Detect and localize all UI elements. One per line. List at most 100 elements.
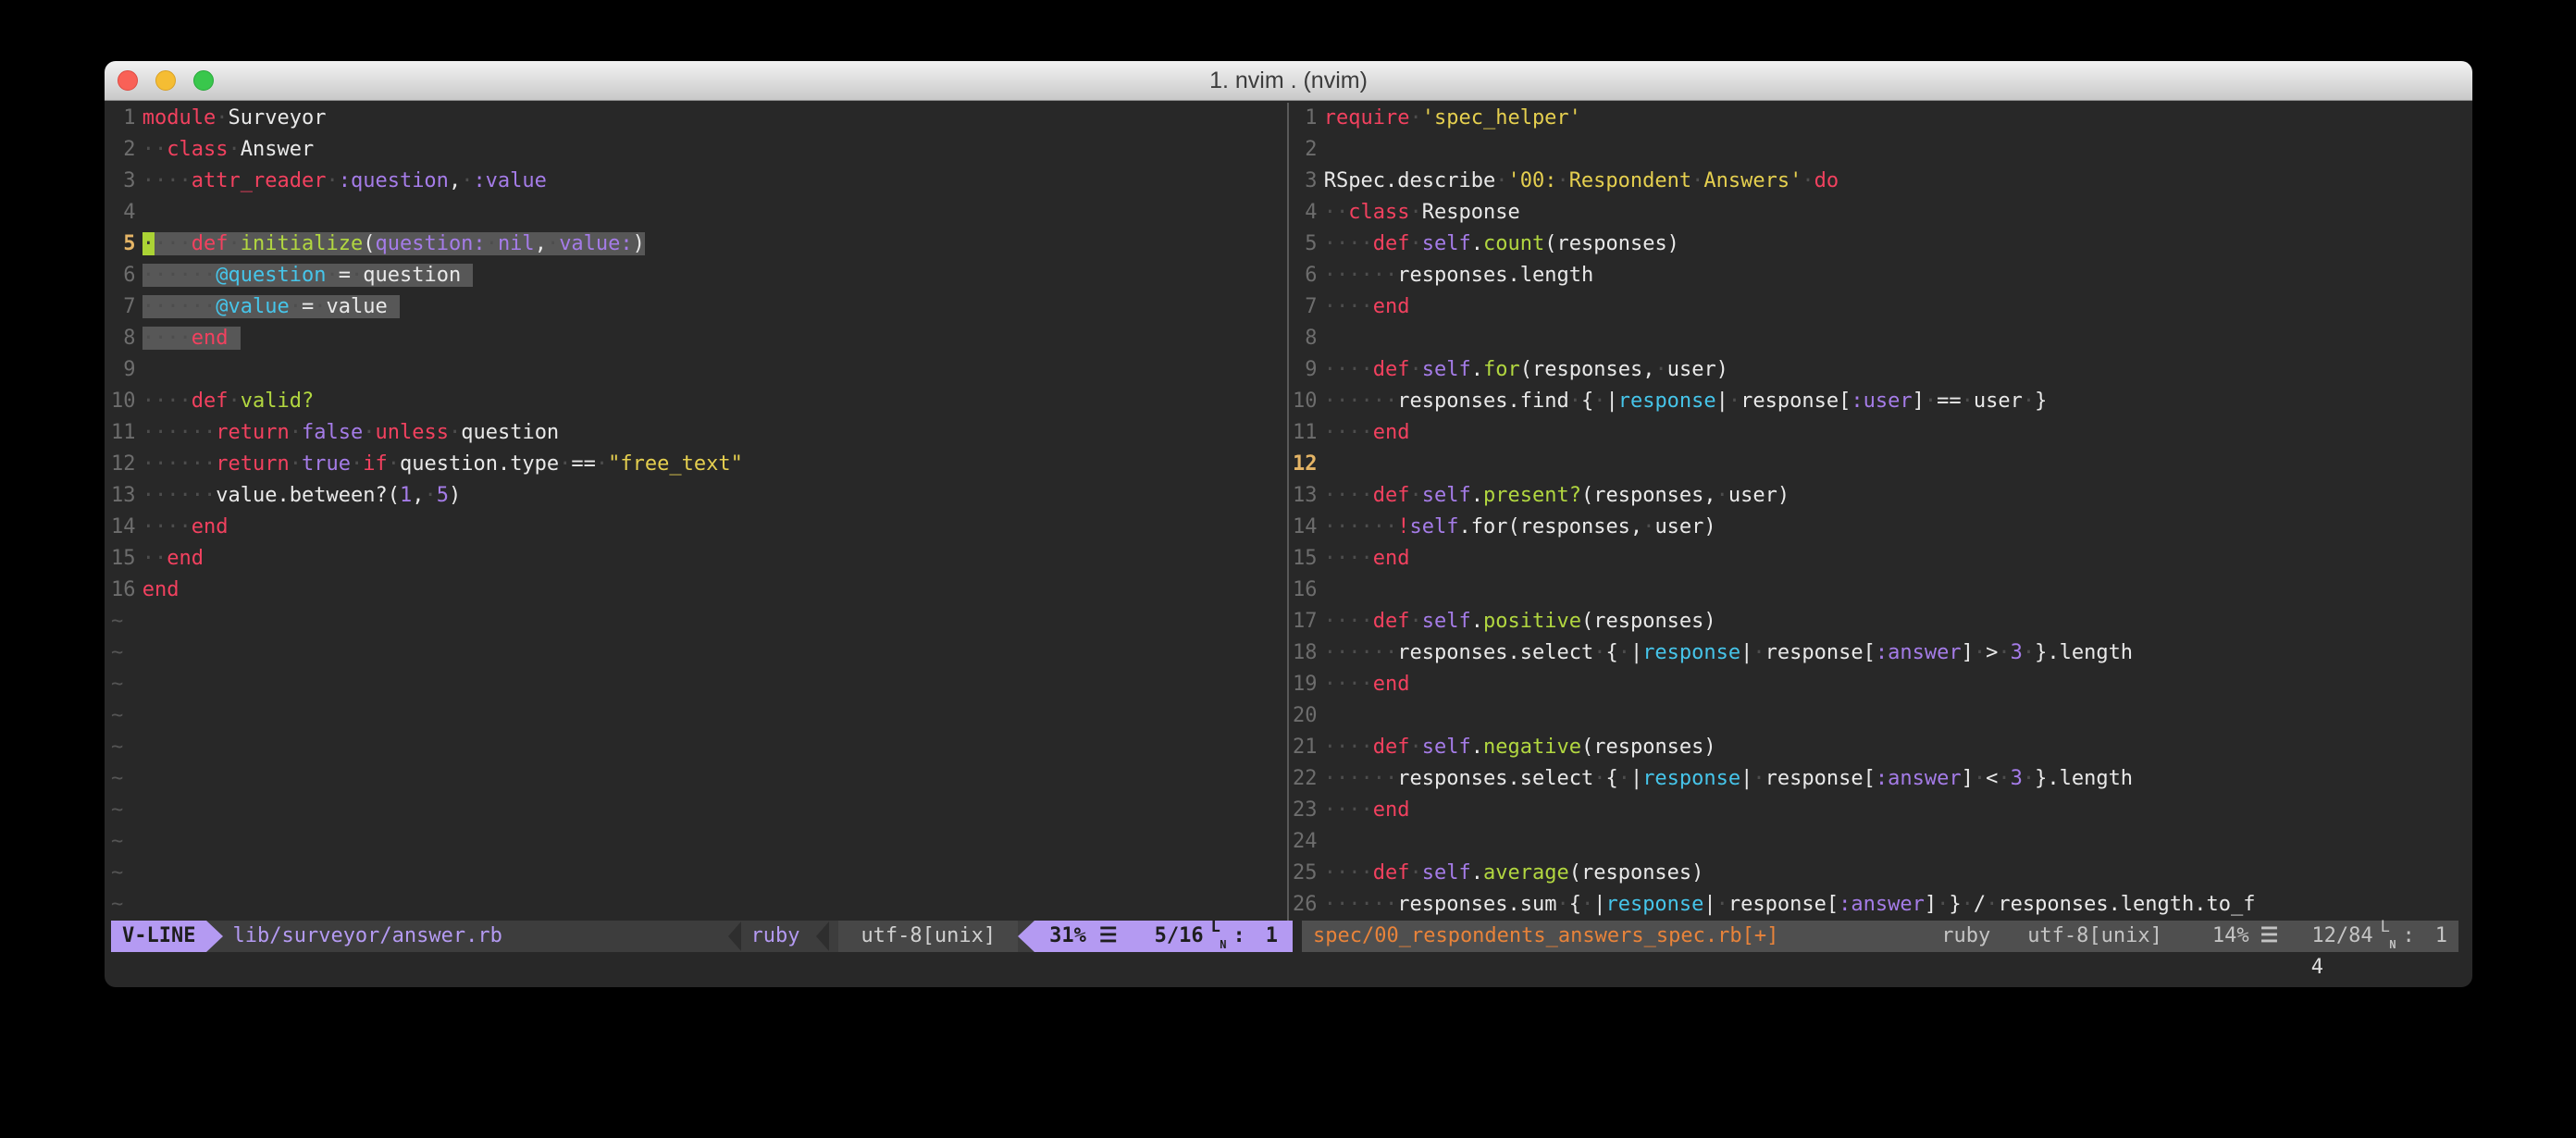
whitespace-dot: · [229,232,241,255]
whitespace-dot: · [1361,421,1373,444]
code-line: 23····end [1293,795,2458,826]
filetype-left: ruby [750,921,799,952]
whitespace-dot: · [1385,641,1397,664]
whitespace-dot: · [1962,390,1974,413]
scroll-percent-right: 14% [2212,921,2249,952]
whitespace-dot: · [1348,484,1360,507]
whitespace-dot: · [1336,358,1348,381]
editor-pane-right[interactable]: 1require·'spec_helper'23RSpec.describe·'… [1293,103,2458,921]
whitespace-dot: · [1716,893,1728,916]
whitespace-dot: · [1336,547,1348,570]
whitespace-dot: · [167,327,179,350]
whitespace-dot: · [1361,295,1373,318]
chevron-left-icon [728,922,741,951]
whitespace-dot: · [142,327,155,350]
whitespace-dot: · [1348,295,1360,318]
code-line: 4··class·Response [1293,197,2458,229]
cursor-position-left: 5/16 [1155,921,1204,952]
whitespace-dot: · [204,484,216,507]
whitespace-dot: · [167,421,179,444]
editor-pane-left[interactable]: 1module·Surveyor2··class·Answer3····attr… [111,103,1283,921]
empty-buffer-line: ~ [111,858,1283,889]
whitespace-dot: · [155,327,167,350]
whitespace-dot: · [1336,390,1348,413]
command-line[interactable]: 4 [111,952,2458,983]
powerline-separator-icon [206,921,223,952]
col-separator: : [1233,921,1245,952]
whitespace-dot: · [596,452,608,476]
whitespace-dot: · [180,484,192,507]
whitespace-dot: · [2023,641,2035,664]
code-line: 11······return·false·unless·question [111,417,1283,449]
whitespace-dot: · [1410,610,1422,633]
code-line: 21····def·self.negative(responses) [1293,732,2458,763]
whitespace-dot: · [142,515,155,538]
code-line: 10······responses.find·{·|response|·resp… [1293,386,2458,417]
whitespace-dot: · [155,421,167,444]
whitespace-dot: · [1336,736,1348,759]
code-line: 2 [1293,134,2458,166]
code-line: 3····attr_reader·:question,·:value [111,166,1283,197]
whitespace-dot: · [1336,515,1348,538]
whitespace-dot: · [1974,641,1986,664]
code-line: 12······return·true·if·question.type·==·… [111,449,1283,480]
whitespace-dot: · [1348,736,1360,759]
whitespace-dot: · [1556,893,1568,916]
whitespace-dot: · [142,264,155,287]
code-line: 15··end [111,543,1283,575]
whitespace-dot: · [1324,798,1336,822]
vertical-split-separator[interactable] [1283,103,1293,921]
whitespace-dot: · [1385,893,1397,916]
whitespace-dot: · [155,484,167,507]
whitespace-dot: · [1998,767,2010,790]
whitespace-dot: · [1618,641,1630,664]
whitespace-dot: · [180,421,192,444]
code-line: 6······@question·=·question [111,260,1283,291]
whitespace-dot: · [204,264,216,287]
code-line: 22······responses.select·{·|response|·re… [1293,763,2458,795]
whitespace-dot: · [1581,893,1593,916]
whitespace-dot: · [180,295,192,318]
whitespace-dot: · [1998,641,2010,664]
whitespace-dot: · [167,169,179,192]
code-line: 5····def·initialize(question:·nil,·value… [111,229,1283,260]
whitespace-dot: · [1373,515,1385,538]
title-bar[interactable]: 1. nvim . (nvim) [105,61,2472,101]
whitespace-dot: · [1348,767,1360,790]
whitespace-dot: · [1361,358,1373,381]
empty-buffer-line: ~ [111,732,1283,763]
code-line: 15····end [1293,543,2458,575]
whitespace-dot: · [1361,641,1373,664]
whitespace-dot: · [192,264,204,287]
empty-buffer-line: ~ [111,795,1283,826]
whitespace-dot: · [1593,390,1605,413]
filename-text: lib/surveyor/answer.rb [232,921,502,952]
whitespace-dot: · [1361,484,1373,507]
code-line: 18······responses.select·{·|response|·re… [1293,637,2458,669]
whitespace-dot: · [1336,484,1348,507]
whitespace-dot: · [1336,767,1348,790]
whitespace-dot: · [155,547,167,570]
chevron-left-icon [816,922,829,951]
linenr-icon: ☰ [2260,921,2279,952]
whitespace-dot: · [1324,893,1336,916]
code-line: 6······responses.length [1293,260,2458,291]
whitespace-dot: · [1385,515,1397,538]
whitespace-dot: · [1336,232,1348,255]
whitespace-dot: · [1925,390,1937,413]
whitespace-dot: · [1937,893,1949,916]
whitespace-dot: · [1410,484,1422,507]
whitespace-dot: · [1986,893,1998,916]
whitespace-dot: · [1361,893,1373,916]
whitespace-dot: · [1324,767,1336,790]
filename-right: spec/00_respondents_answers_spec.rb[+] [1313,921,1778,952]
code-line: 5····def·self.count(responses) [1293,229,2458,260]
code-line: 9 [111,354,1283,386]
encoding-right: utf-8[unix] [2027,921,2162,952]
whitespace-dot: · [1361,390,1373,413]
code-line: 1require·'spec_helper' [1293,103,2458,134]
position-segment-left: 31% ☰ 5/16 LN : 1 [1034,921,1293,952]
whitespace-dot: · [1361,264,1373,287]
code-line: 4 [111,197,1283,229]
whitespace-dot: · [1336,610,1348,633]
